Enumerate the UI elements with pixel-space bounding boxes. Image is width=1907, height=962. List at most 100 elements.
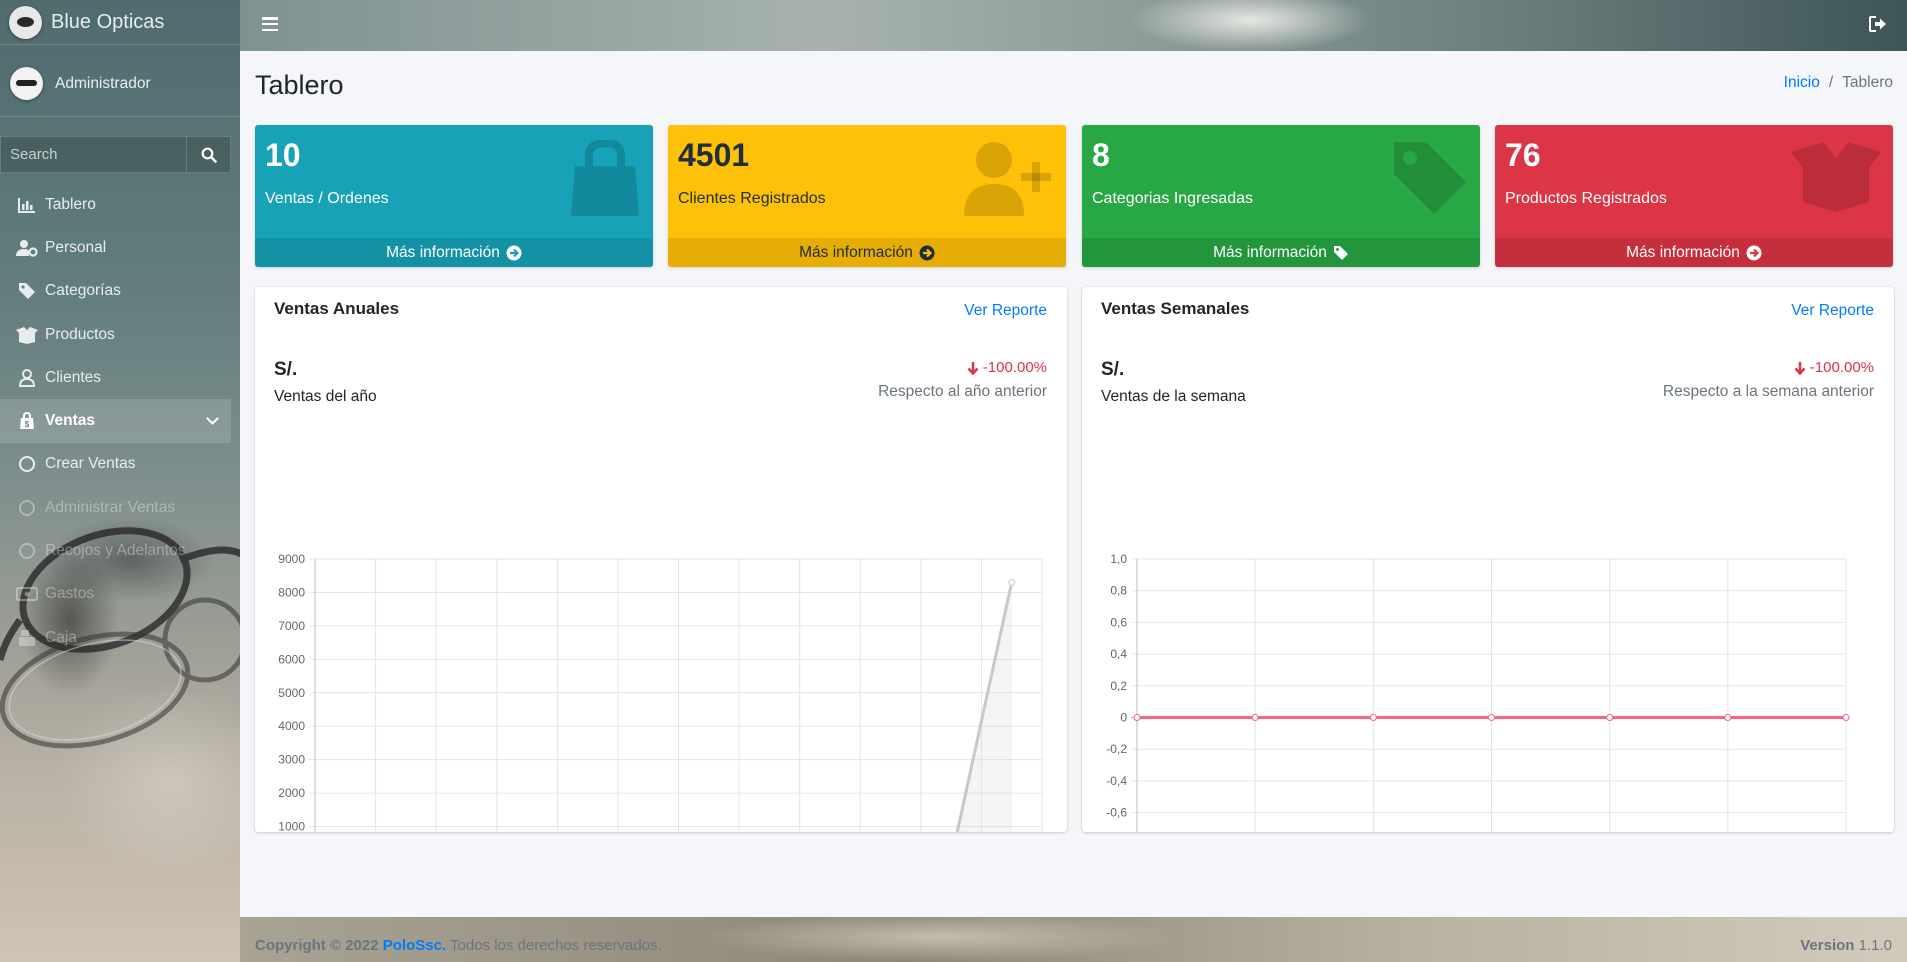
card-value: S/. <box>1101 359 1125 380</box>
footer: Copyright © 2022 PoloSsc. Todos los dere… <box>240 917 1907 962</box>
box-value: 76 <box>1505 137 1541 173</box>
y-tick-label: 8000 <box>278 585 305 599</box>
ver-reporte-link[interactable]: Ver Reporte <box>1791 302 1874 320</box>
y-tick-label: 2000 <box>278 786 305 800</box>
box-open-icon <box>1791 142 1881 212</box>
sidebar-item-label: Recojos y Adelantos <box>45 542 186 560</box>
sidebar-item-clientes[interactable]: Clientes <box>0 356 240 399</box>
sidebar-item-administrar-ventas[interactable]: Administrar Ventas <box>0 486 240 529</box>
user-name[interactable]: Administrador <box>55 75 151 93</box>
sidebar-item-label: Personal <box>45 238 107 256</box>
ver-reporte-link[interactable]: Ver Reporte <box>964 302 1047 320</box>
data-point <box>1724 714 1732 721</box>
percent-value: -100.00% <box>982 359 1047 376</box>
brand[interactable]: Blue Opticas <box>0 0 240 45</box>
mas-informacion-link[interactable]: Más información <box>668 238 1066 267</box>
sidebar-item-ventas[interactable]: $ Ventas <box>0 399 231 443</box>
percent-change: -100.00% <box>967 359 1047 376</box>
sidebar-item-recojos-adelantos[interactable]: Recojos y Adelantos <box>0 529 240 572</box>
chevron-down-icon <box>206 412 219 426</box>
card-value: S/. <box>274 359 298 380</box>
footer-copyright: Copyright © 2022 PoloSsc. Todos los dere… <box>255 937 662 954</box>
sidebar-item-tablero[interactable]: Tablero <box>0 183 240 226</box>
y-tick-label: 0 <box>1120 711 1127 725</box>
clientes-registrados-box: 4501 Clientes Registrados Más informació… <box>668 125 1066 267</box>
box-label: Ventas / Ordenes <box>265 190 389 207</box>
arrow-down-icon <box>1794 361 1806 375</box>
y-tick-label: 0,6 <box>1110 615 1127 629</box>
circle-icon <box>16 542 38 560</box>
y-tick-label: 1,0 <box>1110 552 1127 566</box>
box-link-label: Más información <box>1213 243 1327 261</box>
weekly-sales-chart: -1,0-0,8-0,6-0,4-0,200,20,40,60,81,0Lune… <box>1106 552 1850 832</box>
arrow-down-icon <box>967 361 979 375</box>
sidebar-item-productos[interactable]: Productos <box>0 313 240 356</box>
user-plus-icon <box>964 142 1051 216</box>
data-point <box>1133 714 1141 721</box>
box-open-icon <box>16 326 38 344</box>
box-label: Clientes Registrados <box>678 190 826 207</box>
sidebar-item-crear-ventas[interactable]: Crear Ventas <box>0 443 240 486</box>
y-tick-label: -0,4 <box>1106 774 1127 788</box>
sidebar-item-label: Clientes <box>45 368 101 386</box>
sidebar-item-label: Crear Ventas <box>45 455 136 473</box>
categorias-ingresadas-box: 8 Categorias Ingresadas Más información <box>1082 125 1480 267</box>
sidebar-item-categorias[interactable]: Categorías <box>0 270 240 313</box>
card-subtitle: Ventas del año <box>274 388 377 405</box>
circle-icon <box>16 455 38 473</box>
sidebar-item-label: Ventas <box>45 412 95 430</box>
breadcrumb-separator: / <box>1828 74 1834 91</box>
search-input[interactable] <box>0 136 186 173</box>
sidebar-item-label: Administrar Ventas <box>45 498 176 516</box>
sidebar-item-caja[interactable]: Caja <box>0 616 240 659</box>
ventas-ordenes-box: 10 Ventas / Ordenes Más información <box>255 125 653 267</box>
mas-informacion-link[interactable]: Más información <box>1495 238 1893 267</box>
sign-out-icon[interactable] <box>1869 16 1887 37</box>
shopping-bag-icon: $ <box>16 412 38 430</box>
card-title: Ventas Anuales <box>274 299 400 318</box>
breadcrumb-home-link[interactable]: Inicio <box>1784 74 1820 92</box>
box-link-label: Más información <box>386 243 500 261</box>
box-value: 10 <box>265 137 301 173</box>
y-tick-label: 0,2 <box>1110 679 1127 693</box>
sidebar-item-label: Caja <box>45 628 77 646</box>
user-panel[interactable]: Administrador <box>0 51 240 117</box>
y-tick-label: 3000 <box>278 753 305 767</box>
y-tick-label: 9000 <box>278 552 305 566</box>
annual-sales-chart: 0100020003000400050006000700080009000Ene… <box>278 552 1043 832</box>
user-cog-icon <box>16 239 38 257</box>
breadcrumb: Inicio / Tablero <box>1784 74 1893 92</box>
search-icon <box>201 147 217 163</box>
box-label: Productos Registrados <box>1505 190 1667 207</box>
company-link[interactable]: PoloSsc. <box>383 937 446 954</box>
version-number: 1.1.0 <box>1858 937 1892 954</box>
mas-informacion-link[interactable]: Más información <box>255 238 653 267</box>
svg-text:$: $ <box>25 420 30 429</box>
box-label: Categorias Ingresadas <box>1092 190 1253 207</box>
card-subtitle: Ventas de la semana <box>1101 388 1246 405</box>
mas-informacion-link[interactable]: Más información <box>1082 238 1480 267</box>
data-point <box>1369 714 1377 721</box>
menu-toggle-icon[interactable] <box>262 17 278 31</box>
box-link-label: Más información <box>799 243 913 261</box>
sidebar-item-label: Categorías <box>45 282 121 300</box>
version-label: Version <box>1800 937 1855 954</box>
sidebar-item-personal[interactable]: Personal <box>0 226 240 269</box>
y-tick-label: 1000 <box>278 820 305 832</box>
arrow-circle-right-icon <box>1746 245 1762 261</box>
sidebar-nav: Tablero Personal Categorías Productos Cl… <box>0 183 240 659</box>
sidebar-search <box>0 136 231 173</box>
sidebar-item-label: Gastos <box>45 585 95 603</box>
brand-name: Blue Opticas <box>51 10 165 33</box>
y-tick-label: 0,4 <box>1110 647 1127 661</box>
percent-change: -100.00% <box>1794 359 1874 376</box>
search-button[interactable] <box>186 136 231 173</box>
y-tick-label: 0,8 <box>1110 584 1127 598</box>
rights-text: Todos los derechos reservados. <box>450 937 662 954</box>
top-navbar <box>240 0 1907 51</box>
copyright-text: Copyright © 2022 <box>255 937 379 954</box>
y-tick-label: 6000 <box>278 652 305 666</box>
page-title: Tablero <box>255 70 344 100</box>
sidebar-item-label: Productos <box>45 325 115 343</box>
sidebar-item-gastos[interactable]: Gastos <box>0 573 240 616</box>
